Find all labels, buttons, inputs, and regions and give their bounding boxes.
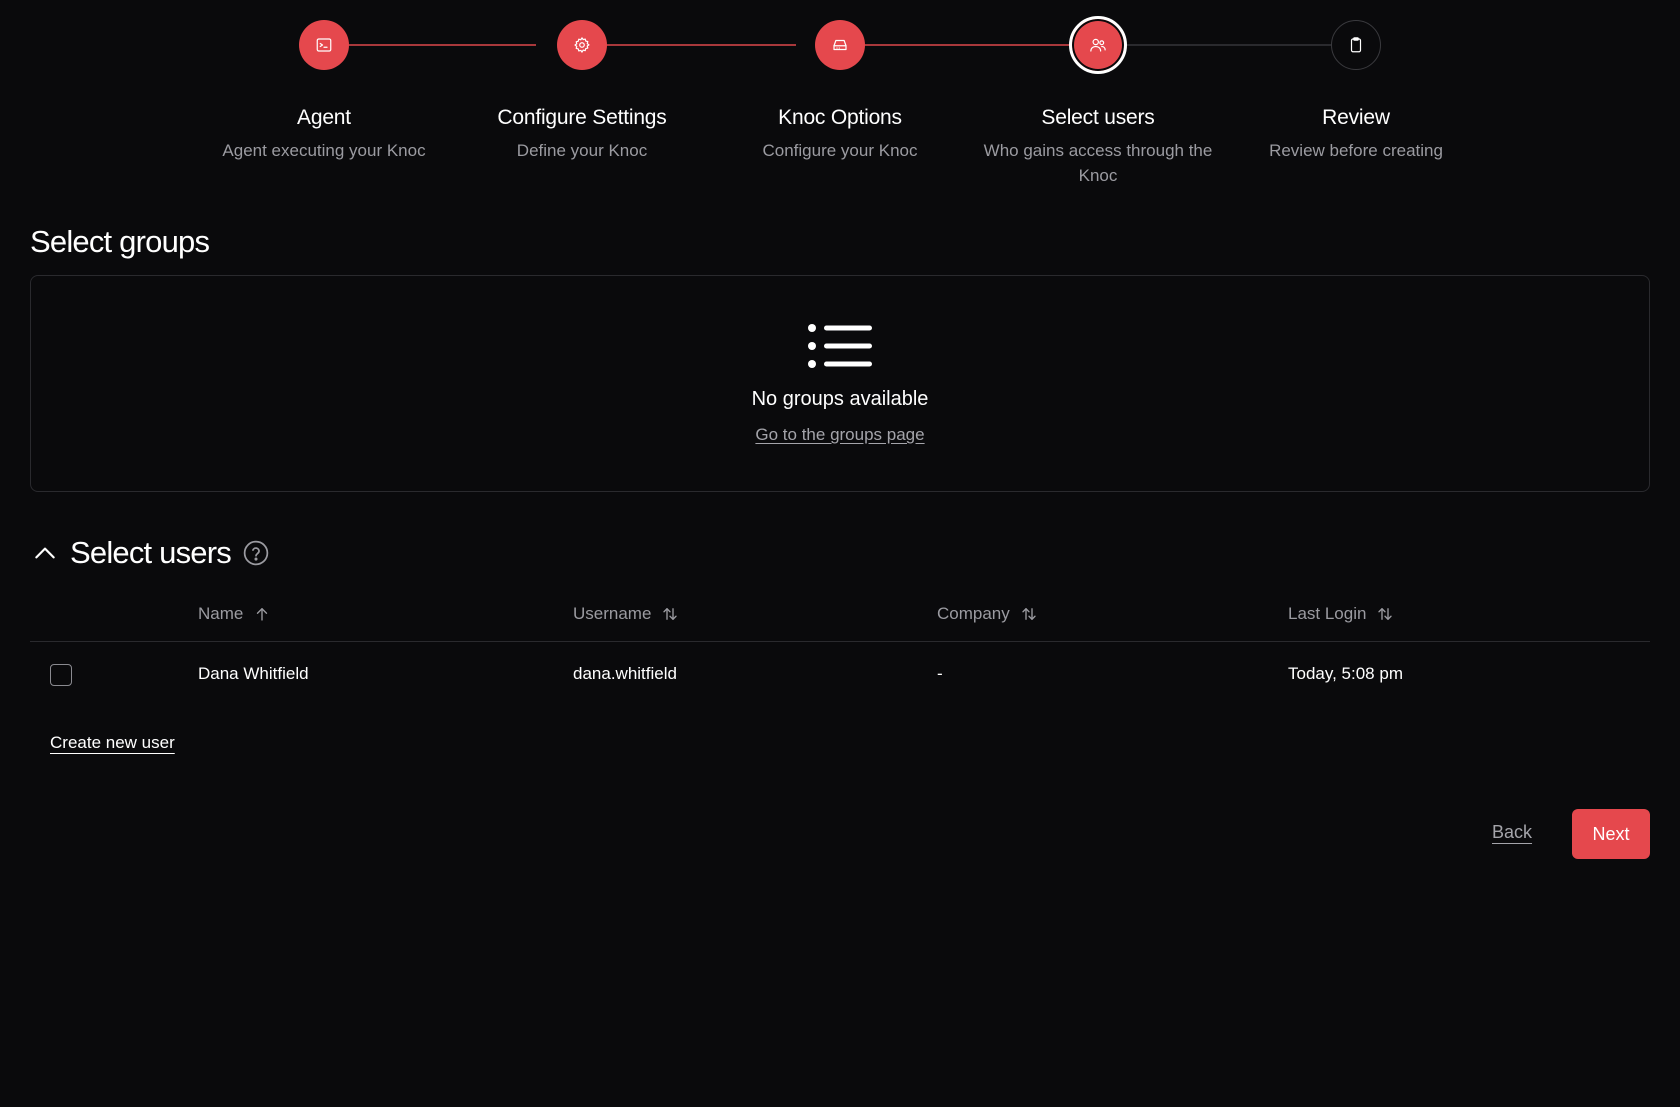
step-subtitle: Review before creating bbox=[1269, 141, 1443, 160]
table-row[interactable]: Dana Whitfield dana.whitfield - Today, 5… bbox=[30, 642, 1650, 706]
list-icon bbox=[808, 324, 872, 368]
column-header-last-login[interactable]: Last Login bbox=[1288, 604, 1394, 624]
table-header: Name Username Company Last Login bbox=[30, 592, 1650, 642]
step-indicator bbox=[1069, 16, 1127, 74]
step-title: Select users bbox=[1041, 106, 1155, 129]
column-header-username[interactable]: Username bbox=[573, 604, 679, 624]
sort-ascending-icon bbox=[257, 608, 268, 621]
step-subtitle: Define your Knoc bbox=[516, 141, 648, 160]
step-title: Knoc Options bbox=[778, 106, 902, 129]
step-configure-settings[interactable]: Configure Settings Define your Knoc bbox=[452, 20, 712, 163]
gear-icon bbox=[574, 37, 590, 53]
column-label: Username bbox=[573, 604, 652, 623]
users-section-title: Select users bbox=[70, 535, 232, 570]
clipboard-icon bbox=[1350, 37, 1362, 53]
step-indicator bbox=[1331, 20, 1381, 70]
drive-icon bbox=[833, 39, 847, 51]
step-subtitle: Agent executing your Knoc bbox=[222, 141, 426, 160]
create-new-user-link[interactable]: Create new user bbox=[50, 733, 175, 753]
terminal-icon bbox=[316, 38, 332, 52]
column-label: Company bbox=[937, 604, 1010, 623]
users-section-header: Select users bbox=[32, 532, 269, 574]
column-header-name[interactable]: Name bbox=[198, 604, 271, 624]
step-indicator bbox=[557, 20, 607, 70]
step-title: Agent bbox=[297, 106, 351, 129]
column-label: Name bbox=[198, 604, 244, 623]
step-title: Configure Settings bbox=[497, 106, 667, 129]
sort-icon bbox=[1378, 608, 1393, 620]
groups-section-title: Select groups bbox=[30, 224, 210, 259]
groups-empty-state: No groups available Go to the groups pag… bbox=[30, 275, 1650, 492]
empty-state-title: No groups available bbox=[751, 388, 929, 410]
step-subtitle: Configure your Knoc bbox=[762, 141, 918, 160]
step-title: Review bbox=[1322, 106, 1390, 129]
column-header-company[interactable]: Company bbox=[937, 604, 1038, 624]
step-review[interactable]: Review Review before creating bbox=[1226, 20, 1486, 163]
step-select-users[interactable]: Select users Who gains access through th… bbox=[968, 16, 1228, 188]
next-button[interactable]: Next bbox=[1572, 809, 1650, 859]
step-indicator bbox=[299, 20, 349, 70]
groups-page-link[interactable]: Go to the groups page bbox=[755, 425, 924, 445]
user-company: - bbox=[937, 664, 943, 683]
sort-icon bbox=[1022, 608, 1036, 620]
row-select-checkbox[interactable] bbox=[50, 664, 72, 686]
sort-icon bbox=[663, 608, 678, 620]
column-label: Last Login bbox=[1288, 604, 1367, 623]
user-username: dana.whitfield bbox=[573, 664, 677, 683]
user-last-login: Today, 5:08 pm bbox=[1288, 664, 1403, 683]
step-indicator bbox=[815, 20, 865, 70]
step-agent[interactable]: Agent Agent executing your Knoc bbox=[194, 20, 454, 163]
wizard-stepper: Agent Agent executing your Knoc Configur… bbox=[0, 0, 1680, 200]
step-knoc-options[interactable]: Knoc Options Configure your Knoc bbox=[710, 20, 970, 163]
users-table: Name Username Company Last Login Dana Wh… bbox=[30, 592, 1650, 706]
help-icon[interactable] bbox=[243, 540, 269, 566]
user-name: Dana Whitfield bbox=[198, 664, 309, 683]
step-subtitle: Who gains access through the Knoc bbox=[983, 141, 1213, 185]
chevron-up-icon[interactable] bbox=[32, 540, 58, 566]
back-button[interactable]: Back bbox=[1492, 822, 1532, 843]
create-knoc-wizard: Agent Agent executing your Knoc Configur… bbox=[0, 0, 1680, 1107]
users-icon bbox=[1090, 38, 1106, 52]
